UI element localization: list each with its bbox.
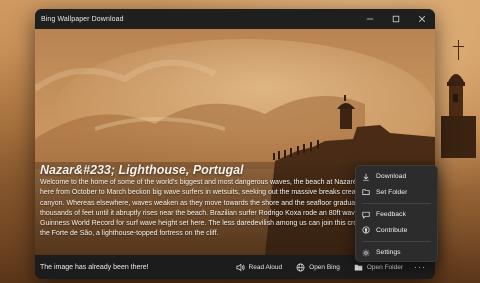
menu-item-set-folder[interactable]: Set Folder xyxy=(356,185,437,201)
menu-separator xyxy=(362,241,431,242)
speaker-icon xyxy=(236,263,245,271)
folder-icon xyxy=(362,189,370,196)
status-message: The image has already been there! xyxy=(40,263,149,271)
read-aloud-label: Read Aloud xyxy=(248,263,283,271)
github-icon xyxy=(362,226,370,234)
menu-item-download[interactable]: Download xyxy=(356,169,437,185)
menu-item-label: Contribute xyxy=(376,226,408,234)
menu-item-contribute[interactable]: Contribute xyxy=(356,223,437,239)
menu-item-label: Download xyxy=(376,173,407,181)
window-title: Bing Wallpaper Download xyxy=(41,15,124,23)
open-bing-button[interactable]: Open Bing xyxy=(289,255,347,279)
menu-item-feedback[interactable]: Feedback xyxy=(356,207,437,223)
title-bar: Bing Wallpaper Download xyxy=(35,9,435,29)
more-options-menu: Download Set Folder Feedback Contribute … xyxy=(355,165,438,262)
globe-icon xyxy=(296,263,305,271)
gear-icon xyxy=(362,249,370,257)
wallpaper-lighthouse xyxy=(441,40,476,158)
menu-separator xyxy=(362,203,431,204)
open-bing-label: Open Bing xyxy=(309,263,340,271)
menu-item-label: Set Folder xyxy=(376,188,408,196)
menu-item-label: Feedback xyxy=(376,211,406,219)
maximize-icon xyxy=(392,15,400,23)
open-folder-label: Open Folder xyxy=(366,263,403,271)
minimize-button[interactable] xyxy=(357,9,383,29)
minimize-icon xyxy=(366,18,374,20)
close-icon xyxy=(418,15,426,23)
read-aloud-button[interactable]: Read Aloud xyxy=(229,255,290,279)
feedback-icon xyxy=(362,211,370,219)
close-button[interactable] xyxy=(409,9,435,29)
download-icon xyxy=(363,173,369,181)
maximize-button[interactable] xyxy=(383,9,409,29)
folder-icon xyxy=(354,264,363,270)
more-options-button[interactable]: ··· xyxy=(410,262,435,272)
menu-item-settings[interactable]: Settings xyxy=(356,245,437,261)
menu-item-label: Settings xyxy=(376,249,401,257)
